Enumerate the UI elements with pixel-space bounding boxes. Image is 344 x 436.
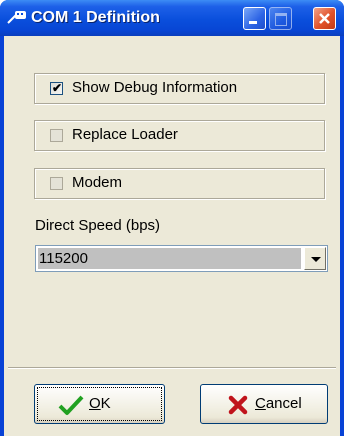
minimize-button[interactable] (243, 7, 266, 30)
option-modem[interactable]: Modem (34, 168, 325, 199)
dialog-body: ✔ Show Debug Information Replace Loader … (4, 36, 340, 436)
checkmark-icon (58, 395, 84, 415)
direct-speed-select[interactable]: 115200 (35, 245, 328, 272)
option-show-debug[interactable]: ✔ Show Debug Information (34, 73, 325, 104)
direct-speed-label: Direct Speed (bps) (35, 217, 161, 234)
chevron-down-icon (311, 257, 321, 262)
title-bar[interactable]: COM 1 Definition (0, 0, 344, 36)
divider (8, 367, 336, 369)
cancel-button[interactable]: Cancel (200, 384, 328, 424)
modem-checkbox[interactable] (50, 177, 63, 190)
dropdown-button[interactable] (304, 247, 326, 270)
x-icon (228, 395, 248, 415)
window-title: COM 1 Definition (31, 9, 160, 26)
close-icon (319, 13, 330, 24)
replace-loader-checkbox[interactable] (50, 129, 63, 142)
dialog-window: COM 1 Definition ✔ Show Debug Informatio… (0, 0, 344, 436)
modem-label: Modem (72, 174, 123, 191)
replace-loader-label: Replace Loader (72, 126, 178, 143)
minimize-icon (249, 21, 257, 24)
maximize-icon (275, 13, 287, 26)
ok-label: OK (89, 395, 111, 412)
checkmark-icon: ✔ (52, 81, 63, 95)
show-debug-checkbox[interactable]: ✔ (50, 81, 63, 95)
show-debug-label: Show Debug Information (72, 79, 238, 96)
maximize-button[interactable] (269, 7, 292, 30)
close-button[interactable] (313, 7, 336, 30)
ok-button[interactable]: OK (34, 384, 165, 424)
cancel-label: Cancel (255, 395, 302, 412)
direct-speed-value: 115200 (38, 248, 301, 269)
serial-port-icon (7, 11, 26, 24)
option-replace-loader[interactable]: Replace Loader (34, 120, 325, 151)
